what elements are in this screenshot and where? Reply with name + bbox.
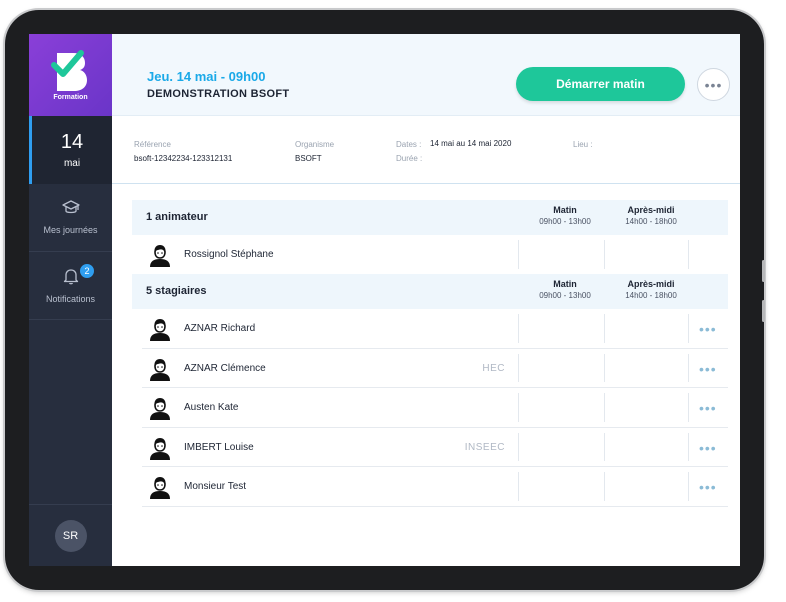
person-icon — [148, 317, 172, 341]
bell-icon — [63, 267, 79, 287]
reference-label: Référence — [134, 140, 171, 149]
person-name: Monsieur Test — [184, 481, 247, 492]
col-title: Matin — [553, 205, 577, 215]
col-hours: 09h00 - 13h00 — [539, 291, 591, 300]
user-avatar[interactable]: SR — [54, 519, 87, 552]
animateurs-header: 1 animateur Matin 09h00 - 13h00 Après-mi… — [132, 200, 728, 235]
cell-divider — [518, 353, 519, 382]
person-school: INSEEC — [464, 441, 505, 453]
table-row[interactable]: Rossignol Stéphane — [142, 235, 728, 275]
cell-divider — [518, 432, 519, 461]
cell-divider — [604, 353, 605, 382]
col-header-matin: Matin 09h00 - 13h00 — [522, 205, 608, 226]
sidebar-footer: SR — [29, 504, 112, 566]
dates-label: Dates : — [396, 140, 422, 149]
more-options-button[interactable]: ••• — [697, 68, 730, 101]
person-icon — [148, 475, 172, 499]
col-hours: 14h00 - 18h00 — [625, 291, 677, 300]
cell-divider — [604, 432, 605, 461]
more-dots-icon: ••• — [704, 76, 723, 93]
sidebar-item-notifications[interactable]: 2 Notifications — [29, 252, 112, 320]
cell-divider — [518, 240, 519, 269]
table-row[interactable]: AZNAR Richard ••• — [142, 309, 728, 349]
session-title: DEMONSTRATION BSOFT — [147, 88, 290, 100]
stagiaires-header: 5 stagiaires Matin 09h00 - 13h00 Après-m… — [132, 274, 728, 309]
session-date-time: Jeu. 14 mai - 09h00 — [147, 69, 266, 84]
person-name: Austen Kate — [184, 402, 239, 413]
date-month: mai — [63, 158, 81, 169]
session-header: Jeu. 14 mai - 09h00 DEMONSTRATION BSOFT … — [112, 34, 740, 116]
cell-divider — [604, 240, 605, 269]
row-more-button[interactable]: ••• — [699, 361, 717, 377]
row-more-button[interactable]: ••• — [699, 440, 717, 456]
graduation-cap-icon — [61, 200, 80, 218]
section-title: 5 stagiaires — [146, 285, 207, 297]
logo-b-check-icon — [50, 49, 91, 93]
reference-value: bsoft-12342234-123312131 — [134, 154, 233, 163]
cell-divider — [518, 314, 519, 343]
date-day: 14 — [60, 131, 84, 153]
col-header-matin: Matin 09h00 - 13h00 — [522, 279, 608, 300]
sidebar-item-label: Notifications — [45, 294, 96, 304]
person-icon — [148, 436, 172, 460]
animateurs-section: 1 animateur Matin 09h00 - 13h00 Après-mi… — [132, 200, 728, 275]
app-screen: Formation 14 mai Mes journées 2 Notifica… — [29, 34, 740, 566]
cell-divider — [604, 472, 605, 501]
stagiaires-section: 5 stagiaires Matin 09h00 - 13h00 Après-m… — [132, 274, 728, 507]
sidebar-item-date[interactable]: 14 mai — [29, 116, 112, 184]
section-title: 1 animateur — [146, 211, 208, 223]
col-title: Matin — [553, 279, 577, 289]
table-row[interactable]: AZNAR Clémence HEC ••• — [142, 349, 728, 388]
col-header-apres-midi: Après-midi 14h00 - 18h00 — [608, 279, 694, 300]
person-name: AZNAR Richard — [184, 323, 256, 334]
col-hours: 14h00 - 18h00 — [625, 217, 677, 226]
row-more-button[interactable]: ••• — [699, 479, 717, 495]
col-title: Après-midi — [627, 205, 675, 215]
person-icon — [148, 396, 172, 420]
cell-divider — [518, 472, 519, 501]
session-info: Référence bsoft-12342234-123312131 Organ… — [112, 116, 740, 184]
col-title: Après-midi — [627, 279, 675, 289]
cell-divider — [604, 314, 605, 343]
cell-divider — [688, 472, 689, 501]
cell-divider — [518, 393, 519, 422]
person-school: HEC — [482, 362, 505, 374]
col-hours: 09h00 - 13h00 — [539, 217, 591, 226]
table-row[interactable]: Monsieur Test ••• — [142, 467, 728, 507]
main-content: Jeu. 14 mai - 09h00 DEMONSTRATION BSOFT … — [112, 34, 740, 566]
row-more-button[interactable]: ••• — [699, 321, 717, 337]
organisme-value: BSOFT — [295, 154, 322, 163]
brand-logo[interactable]: Formation — [29, 34, 112, 116]
table-row[interactable]: Austen Kate ••• — [142, 388, 728, 428]
cell-divider — [604, 393, 605, 422]
cell-divider — [688, 353, 689, 382]
duree-label: Durée : — [396, 154, 423, 163]
side-button — [762, 300, 765, 322]
side-button — [762, 260, 765, 282]
person-name: IMBERT Louise — [184, 441, 254, 453]
cell-divider — [688, 432, 689, 461]
cell-divider — [688, 314, 689, 343]
row-more-button[interactable]: ••• — [699, 400, 717, 416]
dates-value: 14 mai au 14 mai 2020 — [430, 139, 512, 148]
notification-badge: 2 — [79, 263, 95, 279]
person-name: Rossignol Stéphane — [184, 249, 274, 260]
person-icon — [148, 243, 172, 267]
cell-divider — [688, 393, 689, 422]
organisme-label: Organisme — [295, 140, 335, 149]
table-row[interactable]: IMBERT Louise INSEEC ••• — [142, 428, 728, 467]
sidebar: Formation 14 mai Mes journées 2 Notifica… — [29, 34, 112, 566]
cell-divider — [688, 240, 689, 269]
start-morning-button[interactable]: Démarrer matin — [516, 67, 685, 101]
person-icon — [148, 357, 172, 381]
sidebar-item-mes-journees[interactable]: Mes journées — [29, 184, 112, 252]
logo-text: Formation — [53, 94, 88, 101]
lieu-label: Lieu : — [573, 140, 593, 149]
person-name: AZNAR Clémence — [184, 362, 266, 374]
col-header-apres-midi: Après-midi 14h00 - 18h00 — [608, 205, 694, 226]
sidebar-item-label: Mes journées — [43, 225, 98, 235]
